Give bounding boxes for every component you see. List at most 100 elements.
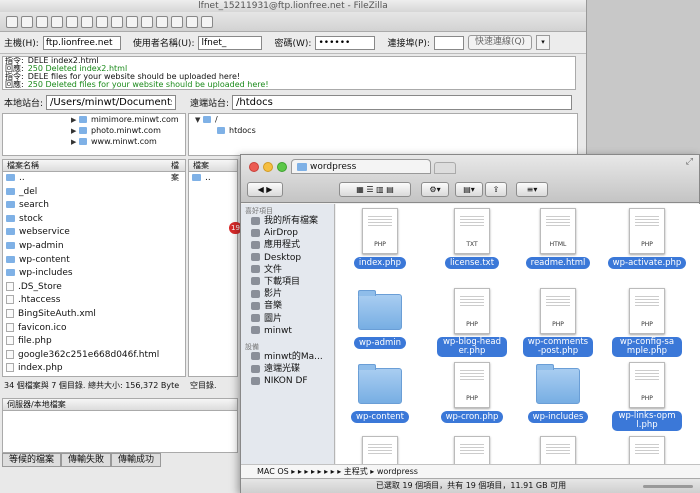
user-input[interactable] (198, 35, 263, 50)
local-tree-item[interactable]: ▶ mimimore.minwt.com (71, 114, 185, 125)
sort-icon[interactable]: ≡▾ (516, 182, 548, 197)
queue-tab[interactable]: 傳輸成功 (111, 453, 162, 467)
reconnect-icon[interactable] (141, 15, 153, 28)
sidebar-device[interactable]: minwt的Ma... (241, 351, 334, 363)
back-icon[interactable]: ◀ (258, 185, 264, 194)
close-icon[interactable] (249, 162, 259, 172)
action-gear-icon[interactable]: ⚙▾ (421, 182, 449, 197)
arrange-icon[interactable]: ▤▾ (455, 182, 483, 197)
column-size[interactable]: 檔案 (171, 160, 185, 184)
sidebar-item[interactable]: 下載項目 (241, 276, 334, 288)
file-item[interactable] (603, 436, 691, 464)
cancel-icon[interactable] (111, 15, 123, 28)
file-item[interactable] (514, 436, 602, 464)
file-item[interactable]: PHP wp-config-sample.php (603, 288, 691, 357)
finder-path-bar[interactable]: MAC OS ▸ ▸ ▸ ▸ ▸ ▸ ▸ ▸ 主程式 ▸ wordpress (241, 464, 700, 478)
finder-tab[interactable]: wordpress (291, 159, 431, 174)
refresh-icon[interactable] (81, 15, 93, 28)
folder-item[interactable]: wp-content (336, 362, 424, 423)
folder-item[interactable]: wp-admin (336, 288, 424, 349)
disconnect-icon[interactable] (126, 15, 138, 28)
local-file-row[interactable]: .htaccess (3, 294, 185, 308)
local-site-input[interactable] (46, 94, 177, 110)
remote-tree-item[interactable]: ▼ / (195, 114, 577, 125)
local-file-row[interactable]: google362c251e668d046f.html (3, 349, 185, 363)
fullscreen-icon[interactable]: ⤢ (686, 157, 693, 167)
chevron-down-icon[interactable]: ▾ (536, 35, 551, 50)
coverflow-view-icon[interactable]: ▤ (386, 185, 394, 194)
toggle-queue-icon[interactable] (66, 15, 78, 28)
process-queue-icon[interactable] (96, 15, 108, 28)
icon-view-icon[interactable]: ▦ (356, 185, 364, 194)
toggle-log-icon[interactable] (21, 15, 33, 28)
disclosure-triangle-icon[interactable]: ▼ (195, 115, 203, 126)
view-buttons[interactable]: ▦ ☰ ▥ ▤ (339, 182, 411, 197)
remote-file-row[interactable]: .. (189, 172, 237, 186)
file-item[interactable]: PHP wp-blog-header.php (428, 288, 516, 357)
share-icon[interactable]: ⇪ (485, 182, 507, 197)
quickconnect-button[interactable]: 快速連線(Q) (467, 35, 533, 50)
local-tree-item[interactable]: ▶ www.minwt.com (71, 136, 185, 147)
site-manager-icon[interactable] (6, 15, 18, 28)
sidebar-item[interactable]: Desktop (241, 252, 334, 264)
zoom-icon[interactable] (277, 162, 287, 172)
list-view-icon[interactable]: ☰ (366, 185, 373, 194)
toggle-tree-icon[interactable] (36, 15, 48, 28)
remote-tree-item[interactable]: htdocs (195, 125, 577, 136)
folder-item[interactable]: wp-includes (514, 362, 602, 423)
local-file-row[interactable]: search (3, 199, 185, 213)
file-item[interactable]: PHP wp-cron.php (428, 362, 516, 423)
sidebar-item[interactable]: 文件 (241, 264, 334, 276)
local-file-row[interactable]: index.php (3, 362, 185, 376)
back-forward-buttons[interactable]: ◀ ▶ (247, 182, 283, 197)
new-tab-button[interactable] (434, 162, 456, 174)
file-item[interactable]: PHP index.php (336, 208, 424, 269)
file-item[interactable]: TXT license.txt (428, 208, 516, 269)
sidebar-device[interactable]: NIKON DF (241, 375, 334, 387)
file-item[interactable]: PHP wp-comments-post.php (514, 288, 602, 357)
local-file-row[interactable]: wp-content (3, 254, 185, 268)
toggle-remote-tree-icon[interactable] (51, 15, 63, 28)
compare-icon[interactable] (171, 15, 183, 28)
column-view-icon[interactable]: ▥ (376, 185, 384, 194)
search-icon[interactable] (201, 15, 213, 28)
password-input[interactable] (315, 35, 376, 50)
sidebar-item[interactable]: 應用程式 (241, 239, 334, 251)
filter-icon[interactable] (156, 15, 168, 28)
sidebar-item[interactable]: 圖片 (241, 313, 334, 325)
sidebar-item[interactable]: AirDrop (241, 227, 334, 239)
sidebar-item[interactable]: minwt (241, 325, 334, 337)
local-file-row[interactable]: BingSiteAuth.xml (3, 308, 185, 322)
icon-size-slider[interactable] (643, 485, 693, 488)
sidebar-item[interactable]: 音樂 (241, 300, 334, 312)
host-input[interactable] (42, 35, 121, 50)
local-file-row[interactable]: file.php (3, 335, 185, 349)
file-item[interactable] (428, 436, 516, 464)
remote-list-header[interactable]: 檔案 (189, 160, 237, 172)
forward-icon[interactable]: ▶ (266, 185, 272, 194)
local-file-row[interactable]: .DS_Store (3, 281, 185, 295)
local-file-row[interactable]: stock (3, 213, 185, 227)
queue-tab[interactable]: 傳輸失敗 (61, 453, 112, 467)
column-filename[interactable]: 檔案名稱 (7, 161, 39, 170)
sidebar-item[interactable]: 影片 (241, 288, 334, 300)
file-item[interactable] (336, 436, 424, 464)
disclosure-triangle-icon[interactable]: ▶ (71, 137, 79, 148)
sidebar-item[interactable]: 我的所有檔案 (241, 215, 334, 227)
local-file-row[interactable]: wp-includes (3, 267, 185, 281)
file-item[interactable]: HTML readme.html (514, 208, 602, 269)
remote-site-input[interactable] (232, 94, 573, 110)
local-file-row[interactable]: _del (3, 186, 185, 200)
sidebar-device[interactable]: 遠端光碟 (241, 363, 334, 375)
local-list-header[interactable]: 檔案名稱 檔案 (3, 160, 185, 182)
port-input[interactable] (433, 35, 464, 50)
local-file-row[interactable]: webservice (3, 226, 185, 240)
minimize-icon[interactable] (263, 162, 273, 172)
sync-browse-icon[interactable] (186, 15, 198, 28)
local-tree-item[interactable]: ▶ photo.minwt.com (71, 125, 185, 136)
local-file-row[interactable]: favicon.ico (3, 322, 185, 336)
local-file-row[interactable]: .. (3, 172, 185, 186)
local-file-row[interactable]: wp-admin (3, 240, 185, 254)
queue-tab[interactable]: 等候的檔案 (2, 453, 62, 467)
file-item[interactable]: PHP wp-links-opml.php (603, 362, 691, 431)
